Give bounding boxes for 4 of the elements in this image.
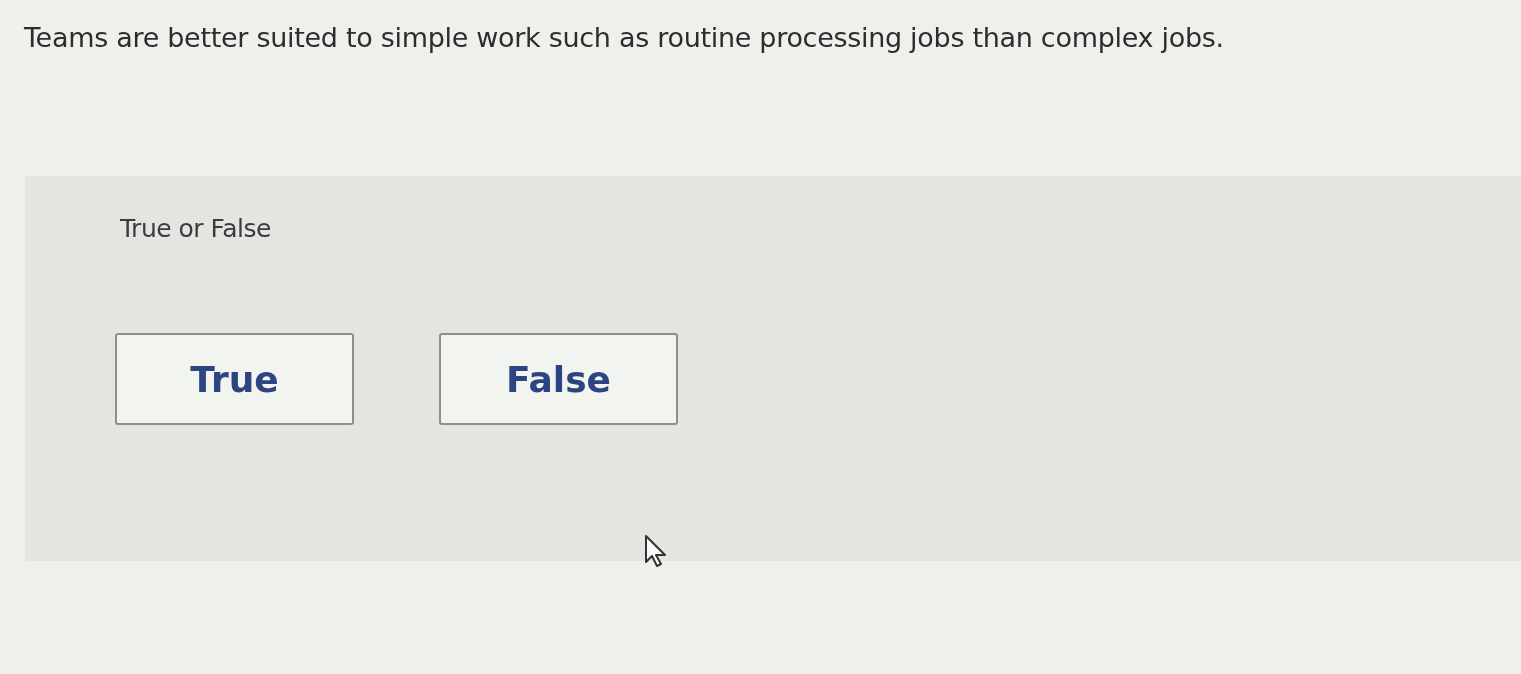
answer-option[interactable]: False xyxy=(439,333,678,425)
answer-option[interactable]: True xyxy=(115,333,354,425)
question-text: Teams are better suited to simple work such as routine processing jobs than complex jobs. xyxy=(24,22,1225,53)
prompt-text: True or False xyxy=(120,214,271,243)
